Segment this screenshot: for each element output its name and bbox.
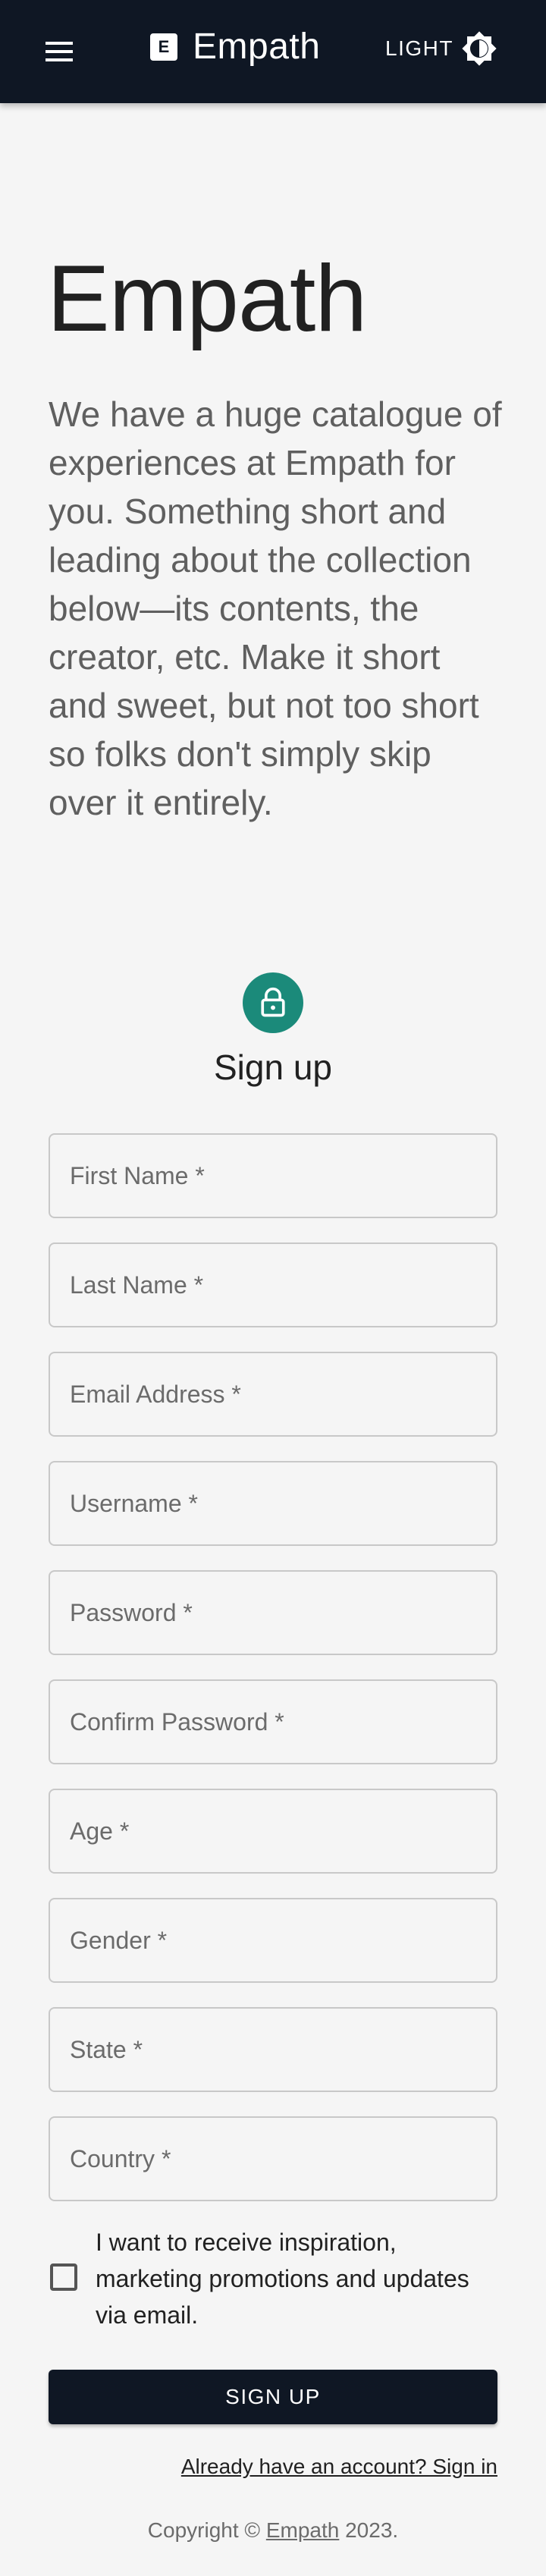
- lock-icon: [243, 972, 303, 1033]
- first-name-field[interactable]: [50, 1135, 496, 1217]
- copyright-brand-link[interactable]: Empath: [266, 2518, 340, 2542]
- country-field-wrapper: [49, 2116, 497, 2201]
- app-bar: E Empath LIGHT: [0, 0, 546, 103]
- theme-toggle-button[interactable]: LIGHT: [385, 30, 497, 67]
- gender-field-wrapper: [49, 1898, 497, 1983]
- last-name-field[interactable]: [50, 1244, 496, 1326]
- confirm-password-field[interactable]: [50, 1681, 496, 1763]
- sign-in-link[interactable]: Already have an account? Sign in: [181, 2455, 497, 2479]
- brand-logo-letter: E: [158, 36, 170, 56]
- page-title: Empath: [47, 247, 367, 351]
- password-field-wrapper: [49, 1570, 497, 1655]
- marketing-consent-label: I want to receive inspiration, marketing…: [96, 2229, 469, 2329]
- brand-logo-icon: E: [150, 33, 177, 61]
- brand[interactable]: E Empath: [150, 26, 320, 68]
- copyright-prefix: Copyright ©: [147, 2518, 261, 2542]
- hamburger-menu-icon[interactable]: [42, 35, 76, 68]
- signup-heading: Sign up: [213, 1048, 332, 1087]
- username-field-wrapper: [49, 1461, 497, 1546]
- password-field[interactable]: [50, 1572, 496, 1654]
- email-field-wrapper: [49, 1352, 497, 1437]
- age-field[interactable]: [50, 1790, 496, 1872]
- theme-label: LIGHT: [385, 36, 453, 60]
- first-name-field-wrapper: [49, 1133, 497, 1218]
- state-field-wrapper: [49, 2007, 497, 2092]
- age-field-wrapper: [49, 1789, 497, 1874]
- state-field[interactable]: [50, 2009, 496, 2091]
- sign-up-button[interactable]: SIGN UP: [49, 2370, 497, 2424]
- last-name-field-wrapper: [49, 1242, 497, 1327]
- brightness-icon: [462, 31, 497, 66]
- confirm-password-field-wrapper: [49, 1679, 497, 1764]
- brand-title: Empath: [193, 27, 321, 67]
- email-field[interactable]: [50, 1353, 496, 1435]
- copyright-year: 2023.: [345, 2518, 399, 2542]
- gender-field[interactable]: [50, 1899, 496, 1981]
- country-field[interactable]: [50, 2118, 496, 2200]
- marketing-consent-checkbox[interactable]: [50, 2263, 77, 2291]
- marketing-consent-row: I want to receive inspiration, marketing…: [49, 2224, 497, 2333]
- username-field[interactable]: [50, 1462, 496, 1544]
- copyright: Copyright © Empath 2023.: [0, 2518, 546, 2543]
- hero-description: We have a huge catalogue of experiences …: [49, 394, 502, 822]
